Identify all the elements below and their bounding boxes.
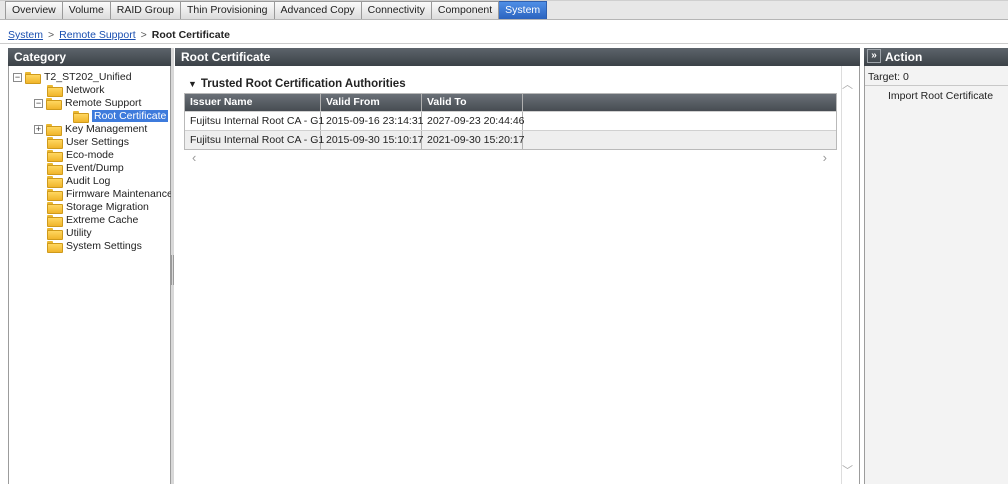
- scroll-up-icon[interactable]: ︿: [842, 76, 853, 92]
- tree-node-user-settings[interactable]: User Settings: [47, 136, 130, 149]
- action-panel: Target: 0 Import Root Certificate: [864, 66, 1008, 484]
- main-panel-title: Root Certificate: [175, 48, 860, 66]
- tab-raid-group[interactable]: RAID Group: [110, 1, 181, 19]
- cell-valid-to: 2021-09-30 15:20:17: [422, 131, 525, 149]
- folder-open-icon: [46, 98, 62, 110]
- breadcrumb-link-system[interactable]: System: [8, 29, 43, 41]
- tree-node-storage-system[interactable]: − T2_ST202_Unified: [13, 71, 132, 84]
- top-tab-bar: Overview Volume RAID Group Thin Provisio…: [0, 0, 1008, 20]
- breadcrumb-link-remote-support[interactable]: Remote Support: [59, 29, 135, 41]
- folder-icon: [47, 215, 63, 227]
- tree-node-root-certificate[interactable]: Root Certificate: [73, 110, 169, 123]
- tree-node-label: Utility: [66, 227, 92, 239]
- tree-node-network[interactable]: Network: [47, 84, 105, 97]
- breadcrumb-separator: >: [48, 29, 55, 41]
- folder-icon: [47, 241, 63, 253]
- tab-system[interactable]: System: [499, 1, 548, 19]
- tree-node-audit-log[interactable]: Audit Log: [47, 175, 111, 188]
- action-panel-title: Action: [885, 50, 923, 64]
- folder-icon: [73, 111, 89, 123]
- column-header-filler: [523, 94, 836, 111]
- table-row[interactable]: Fujitsu Internal Root CA - G1 2015-09-30…: [185, 130, 836, 149]
- tree-node-system-settings[interactable]: System Settings: [47, 240, 142, 253]
- table-row[interactable]: Fujitsu Internal Root CA - G1 2015-09-16…: [185, 111, 836, 130]
- tree-node-label: Network: [66, 84, 105, 96]
- collapse-triangle-icon[interactable]: ▼: [188, 79, 197, 89]
- tree-node-utility[interactable]: Utility: [47, 227, 92, 240]
- tab-connectivity[interactable]: Connectivity: [361, 1, 432, 19]
- folder-icon: [47, 85, 63, 97]
- tab-thin-provisioning[interactable]: Thin Provisioning: [180, 1, 275, 19]
- cell-issuer-name: Fujitsu Internal Root CA - G1: [185, 112, 324, 130]
- tree-node-eco-mode[interactable]: Eco-mode: [47, 149, 114, 162]
- folder-icon: [47, 137, 63, 149]
- action-panel-header: » Action: [864, 48, 1008, 66]
- section-title: Trusted Root Certification Authorities: [200, 78, 406, 90]
- tab-volume[interactable]: Volume: [62, 1, 111, 19]
- folder-icon: [47, 202, 63, 214]
- collapse-action-panel-icon[interactable]: »: [867, 49, 881, 63]
- scroll-left-icon[interactable]: ‹: [192, 150, 196, 165]
- breadcrumb: System > Remote Support > Root Certificate: [0, 27, 1008, 44]
- target-count: Target: 0: [868, 71, 909, 83]
- folder-icon: [47, 176, 63, 188]
- tree-node-key-management[interactable]: + Key Management: [34, 123, 148, 136]
- tree-node-label: Storage Migration: [66, 201, 149, 213]
- folder-icon: [47, 163, 63, 175]
- cell-issuer-name: Fujitsu Internal Root CA - G1: [185, 131, 324, 149]
- divider: [865, 85, 1008, 86]
- scroll-right-icon[interactable]: ›: [823, 150, 827, 165]
- tree-node-label: Root Certificate: [92, 110, 169, 122]
- breadcrumb-current: Root Certificate: [151, 29, 230, 41]
- folder-icon: [47, 189, 63, 201]
- column-header-valid-from[interactable]: Valid From: [321, 94, 422, 111]
- category-panel-title: Category: [8, 48, 171, 66]
- cell-valid-from: 2015-09-30 15:10:17: [321, 131, 424, 149]
- splitter-grip-handle[interactable]: [171, 255, 174, 285]
- tree-node-label: Key Management: [65, 123, 148, 135]
- folder-open-icon: [25, 72, 41, 84]
- breadcrumb-separator: >: [140, 29, 147, 41]
- tree-node-label: User Settings: [66, 136, 130, 148]
- column-header-issuer-name[interactable]: Issuer Name: [185, 94, 321, 111]
- tree-node-label: System Settings: [66, 240, 142, 252]
- tree-node-event-dump[interactable]: Event/Dump: [47, 162, 124, 175]
- certificate-table: Issuer Name Valid From Valid To Fujitsu …: [184, 93, 837, 150]
- tree-node-storage-migration[interactable]: Storage Migration: [47, 201, 149, 214]
- category-tree-panel: − T2_ST202_Unified Network − Remote Supp…: [8, 66, 173, 484]
- tree-node-label: Audit Log: [66, 175, 111, 187]
- tab-advanced-copy[interactable]: Advanced Copy: [274, 1, 362, 19]
- tree-node-firmware-maintenance[interactable]: Firmware Maintenance: [47, 188, 173, 201]
- tree-node-label: Remote Support: [65, 97, 142, 109]
- folder-icon: [47, 228, 63, 240]
- folder-icon: [47, 150, 63, 162]
- collapse-toggle-icon[interactable]: −: [34, 98, 43, 108]
- collapse-toggle-icon[interactable]: −: [13, 72, 22, 82]
- import-root-certificate-button[interactable]: Import Root Certificate: [888, 90, 993, 102]
- cell-filler: [523, 131, 836, 149]
- tree-node-extreme-cache[interactable]: Extreme Cache: [47, 214, 139, 227]
- tab-overview[interactable]: Overview: [5, 1, 63, 19]
- tab-component[interactable]: Component: [431, 1, 500, 19]
- tree-node-label: Extreme Cache: [66, 214, 139, 226]
- folder-icon: [46, 124, 62, 136]
- cell-filler: [523, 112, 836, 130]
- column-header-valid-to[interactable]: Valid To: [422, 94, 523, 111]
- main-content-panel: ▼ Trusted Root Certification Authorities …: [175, 66, 860, 484]
- table-header-row: Issuer Name Valid From Valid To: [185, 94, 836, 111]
- cell-valid-to: 2027-09-23 20:44:46: [422, 112, 525, 130]
- tree-node-label: Event/Dump: [66, 162, 124, 174]
- cell-valid-from: 2015-09-16 23:14:31: [321, 112, 424, 130]
- vertical-scrollbar-track[interactable]: [841, 66, 842, 484]
- tree-node-remote-support[interactable]: − Remote Support: [34, 97, 142, 110]
- tree-node-label: Firmware Maintenance: [66, 188, 173, 200]
- tree-node-label: Eco-mode: [66, 149, 114, 161]
- horizontal-scrollbar[interactable]: ‹ ›: [184, 150, 837, 165]
- expand-toggle-icon[interactable]: +: [34, 124, 43, 134]
- tree-node-label: T2_ST202_Unified: [44, 71, 132, 83]
- section-header[interactable]: ▼ Trusted Root Certification Authorities: [188, 78, 406, 90]
- scroll-down-icon[interactable]: ﹀: [842, 462, 853, 478]
